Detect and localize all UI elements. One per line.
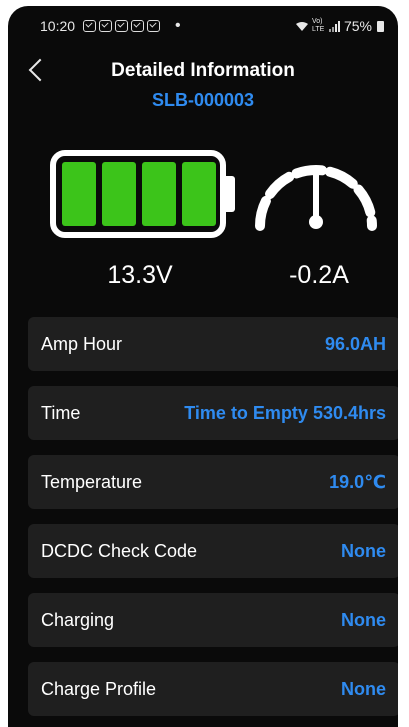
speedometer-icon bbox=[255, 165, 377, 231]
status-battery-icon bbox=[377, 20, 384, 32]
detail-label: DCDC Check Code bbox=[41, 540, 198, 561]
current-value: -0.2A bbox=[289, 261, 349, 289]
detail-row-charge-profile[interactable]: Charge Profile None bbox=[28, 662, 398, 716]
network-label: Vo) LTE bbox=[311, 18, 325, 33]
detail-label: Time bbox=[41, 402, 81, 423]
notification-icons bbox=[83, 20, 160, 32]
detail-value: None bbox=[341, 540, 386, 561]
detail-row-charging[interactable]: Charging None bbox=[28, 593, 398, 647]
detail-label: Temperature bbox=[41, 471, 143, 492]
wifi-icon bbox=[295, 21, 308, 31]
mail-notification-icon bbox=[99, 20, 112, 32]
detail-row-dcdc-check-code[interactable]: DCDC Check Code None bbox=[28, 524, 398, 578]
details-list: Amp Hour 96.0AH Time Time to Empty 530.4… bbox=[28, 317, 398, 727]
voltage-value: 13.3V bbox=[107, 261, 173, 289]
battery-cell bbox=[182, 162, 216, 226]
signal-icon bbox=[328, 20, 340, 32]
detail-value: None bbox=[341, 609, 386, 630]
battery-percent: 75% bbox=[343, 18, 372, 34]
more-notifications-dot-icon: • bbox=[175, 17, 181, 34]
app-screen: 10:20 • Vo) LTE 75% Detailed Information bbox=[8, 6, 398, 727]
detail-row-time[interactable]: Time Time to Empty 530.4hrs bbox=[28, 386, 398, 440]
detail-label: Charge Profile bbox=[41, 678, 157, 699]
detail-value: 96.0AH bbox=[324, 333, 386, 354]
detail-label: Amp Hour bbox=[41, 333, 123, 354]
detail-row-temperature[interactable]: Temperature 19.0℃ bbox=[28, 455, 398, 509]
status-right: Vo) LTE 75% bbox=[295, 18, 384, 34]
page-title: Detailed Information bbox=[111, 60, 295, 81]
detail-row-amp-hour[interactable]: Amp Hour 96.0AH bbox=[28, 317, 398, 371]
device-id: SLB-000003 bbox=[151, 90, 255, 110]
battery-cell bbox=[102, 162, 136, 226]
battery-cell bbox=[62, 162, 96, 226]
detail-label: Charging bbox=[41, 609, 115, 630]
mail-notification-icon bbox=[131, 20, 144, 32]
status-time: 10:20 bbox=[40, 18, 76, 34]
battery-cell bbox=[142, 162, 176, 226]
mail-notification-icon bbox=[115, 20, 128, 32]
status-bar: 10:20 • Vo) LTE 75% bbox=[8, 17, 398, 40]
detail-value: None bbox=[341, 678, 386, 699]
detail-value: Time to Empty 530.4hrs bbox=[184, 402, 386, 423]
mail-notification-icon bbox=[147, 20, 160, 32]
battery-icon bbox=[50, 150, 235, 238]
mail-notification-icon bbox=[83, 20, 96, 32]
detail-value: 19.0℃ bbox=[329, 471, 386, 492]
